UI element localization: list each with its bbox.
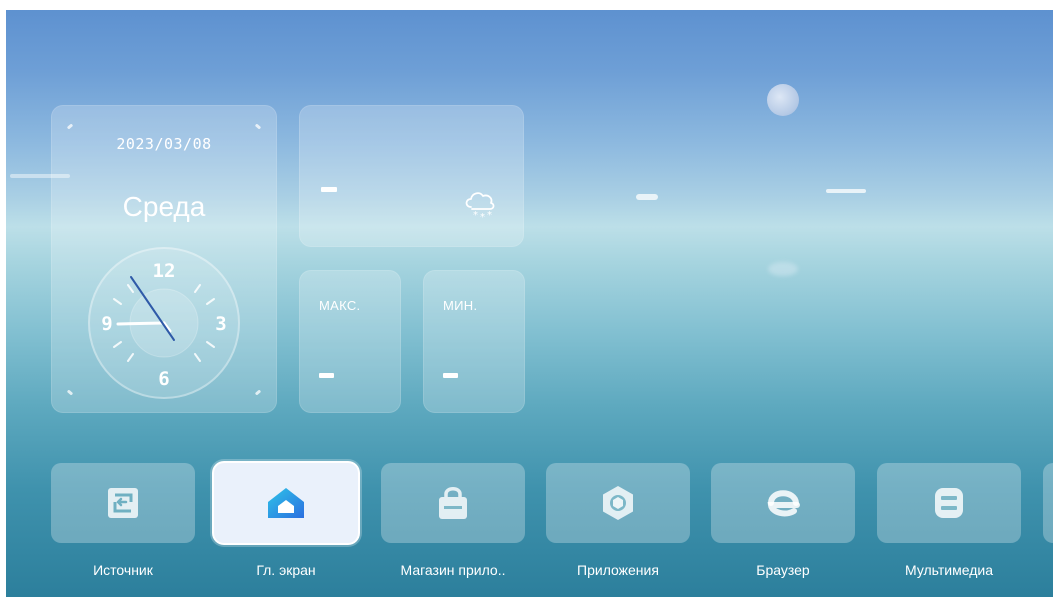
- input-source-icon: [108, 488, 138, 518]
- date-label: 2023/03/08: [116, 135, 212, 153]
- app-label: Мультимедиа: [905, 562, 993, 578]
- max-temperature-value: [319, 373, 334, 378]
- analog-clock: 12 3 6 9: [88, 247, 240, 399]
- weather-widget[interactable]: - * * *: [299, 105, 524, 247]
- shopping-bag-icon: [439, 487, 467, 519]
- corner-dot: [254, 123, 262, 130]
- min-label: МИН.: [443, 298, 478, 313]
- home-tile[interactable]: [214, 463, 358, 543]
- app-applications[interactable]: Приложения: [546, 463, 690, 591]
- app-label: Приложения: [577, 562, 659, 578]
- min-temperature-value: [443, 373, 458, 378]
- hour-hand: [116, 321, 166, 326]
- corner-dot: [66, 389, 74, 396]
- svg-text:*: *: [480, 212, 485, 221]
- weekday-label: Среда: [122, 191, 206, 222]
- svg-text:*: *: [487, 210, 492, 221]
- clock-widget[interactable]: 2023/03/08 Среда 12 3 6 9: [51, 105, 277, 413]
- browser-e-icon: [767, 490, 800, 517]
- max-temperature-card[interactable]: МАКС. -: [299, 270, 401, 413]
- multimedia-tile[interactable]: [877, 463, 1021, 543]
- svg-text:*: *: [473, 210, 478, 221]
- cloud-decoration: [636, 194, 658, 200]
- app-label: Магазин прило..: [400, 562, 506, 578]
- moon-reflection: [768, 262, 798, 276]
- top-border: [0, 0, 1053, 10]
- left-border: [0, 0, 6, 597]
- moon-decoration: [767, 84, 799, 116]
- numeral-6: 6: [158, 368, 169, 390]
- corner-dot: [254, 389, 262, 396]
- app-label: Браузер: [756, 562, 810, 578]
- applications-tile[interactable]: [546, 463, 690, 543]
- numeral-9: 9: [101, 313, 112, 335]
- clock-face: 12 3 6 9: [101, 260, 226, 390]
- app-multimedia[interactable]: Мультимедиа: [877, 463, 1021, 591]
- corner-dot: [66, 123, 74, 130]
- source-tile[interactable]: [51, 463, 195, 543]
- app-label: Гл. экран: [256, 562, 316, 578]
- cloud-decoration: [826, 189, 866, 193]
- app-browser[interactable]: Браузер: [711, 463, 855, 591]
- home-icon: [268, 488, 304, 518]
- snow-cloud-icon: * * *: [465, 192, 495, 221]
- max-label: МАКС.: [319, 298, 361, 313]
- apps-hexagon-icon: [603, 486, 633, 520]
- current-temperature: [321, 187, 337, 192]
- next-app-tile-partial[interactable]: [1043, 463, 1053, 543]
- store-tile[interactable]: [381, 463, 525, 543]
- browser-tile[interactable]: [711, 463, 855, 543]
- app-source[interactable]: Источник: [51, 463, 195, 591]
- app-home[interactable]: Гл. экран: [214, 463, 358, 591]
- min-temperature-card[interactable]: МИН. -: [423, 270, 525, 413]
- numeral-12: 12: [153, 260, 176, 282]
- numeral-3: 3: [215, 313, 226, 335]
- app-store[interactable]: Магазин прило..: [381, 463, 525, 591]
- multimedia-icon: [935, 488, 963, 518]
- app-label: Источник: [93, 562, 153, 578]
- tv-home-screen: 2023/03/08 Среда 12 3 6 9 * * * МАКС. МИ…: [0, 0, 1053, 597]
